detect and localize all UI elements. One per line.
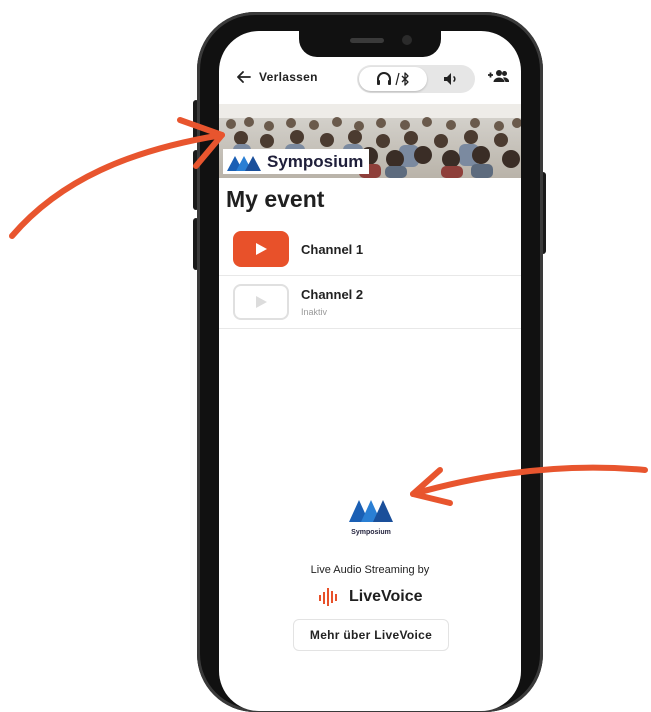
livevoice-bars-icon [319,588,337,606]
footer-brand-logo: Symposium [344,496,398,536]
top-bar: Verlassen [219,61,521,97]
brand-logo: Symposium [223,149,370,174]
notch [299,31,441,57]
arrow-left [9,117,225,239]
play-button-inactive[interactable] [233,284,289,320]
channel-row[interactable]: Channel 1 [219,223,521,276]
headphones-bluetooth-option[interactable] [359,67,427,91]
livevoice-name: LiveVoice [349,588,423,605]
more-about-livevoice-button[interactable]: Mehr über LiveVoice [293,619,449,651]
audio-output-toggle[interactable] [357,65,475,93]
notch-speaker [350,38,384,43]
play-button-active[interactable] [233,231,289,267]
back-button[interactable]: Verlassen [237,70,318,84]
brand-name: Symposium [267,151,364,171]
footer-logo-text: Symposium [351,529,391,536]
back-label: Verlassen [259,70,318,84]
livevoice-logo: LiveVoice [319,587,423,607]
channel-status: Inaktiv [301,307,328,317]
streaming-credit: Live Audio Streaming by [310,564,430,576]
event-banner: Symposium [219,104,521,178]
notch-camera [402,35,412,45]
headphones-bluetooth-icon [377,72,409,86]
play-icon [256,296,267,308]
symposium-logo-icon [349,500,393,522]
add-user-icon [488,70,510,82]
speaker-icon [444,73,456,85]
speaker-option[interactable] [429,67,473,91]
event-title: My event [226,186,325,212]
channel-row[interactable]: Channel 2 Inaktiv [219,275,521,329]
play-icon [256,243,267,255]
phone-screen: Verlassen Symposium My event Channel 1 C… [219,31,521,711]
arrow-left-icon [237,71,251,83]
add-user-button[interactable] [487,69,510,88]
channel-name: Channel 2 [301,287,364,302]
symposium-logo-icon [227,155,261,171]
channel-name: Channel 1 [301,242,364,257]
